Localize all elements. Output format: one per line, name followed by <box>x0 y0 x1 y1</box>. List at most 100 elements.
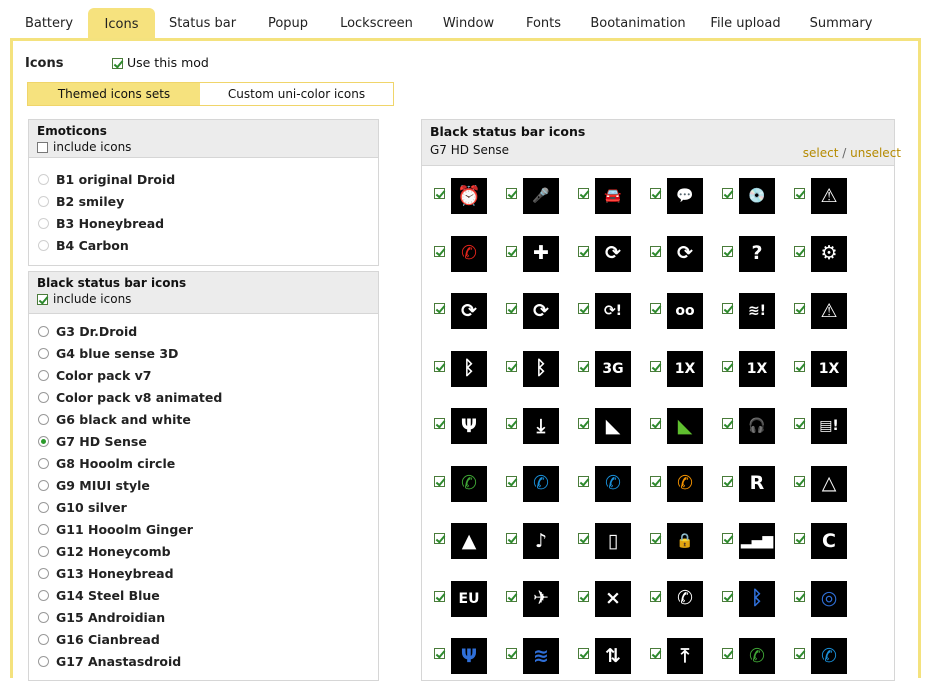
icon-checkbox[interactable] <box>794 590 805 602</box>
radio-button[interactable] <box>38 546 49 557</box>
icon-set-option-g15-androidian[interactable]: G15 Androidian <box>38 608 165 628</box>
tab-popup[interactable]: Popup <box>256 10 320 38</box>
radio-button[interactable] <box>38 568 49 579</box>
tab-window[interactable]: Window <box>432 10 505 38</box>
radio-button[interactable] <box>38 240 49 251</box>
icon-checkbox[interactable] <box>578 245 589 257</box>
icon-checkbox[interactable] <box>578 590 589 602</box>
icon-checkbox[interactable] <box>650 533 661 544</box>
icon-checkbox[interactable] <box>722 418 733 429</box>
icon-set-option-g14-steel-blue[interactable]: G14 Steel Blue <box>38 586 160 606</box>
emoticon-option-b3-honeybread[interactable]: B3 Honeybread <box>38 214 164 234</box>
radio-button[interactable] <box>38 196 49 207</box>
tab-file-upload[interactable]: File upload <box>703 10 788 38</box>
icon-checkbox[interactable] <box>434 418 445 429</box>
icon-checkbox[interactable] <box>434 188 445 199</box>
icon-checkbox[interactable] <box>650 648 661 659</box>
radio-button[interactable] <box>38 524 49 535</box>
tab-icons[interactable]: Icons <box>88 8 155 38</box>
radio-button[interactable] <box>38 218 49 229</box>
icon-set-option-g3-dr-droid[interactable]: G3 Dr.Droid <box>38 322 137 342</box>
icon-set-option-color-pack-v8-animated[interactable]: Color pack v8 animated <box>38 388 222 408</box>
icon-set-option-g9-miui-style[interactable]: G9 MIUI style <box>38 476 150 496</box>
radio-button[interactable] <box>38 458 49 469</box>
icon-checkbox[interactable] <box>434 590 445 602</box>
icon-checkbox[interactable] <box>794 533 805 544</box>
icon-set-option-g7-hd-sense[interactable]: G7 HD Sense <box>38 432 147 452</box>
icon-checkbox[interactable] <box>506 590 517 602</box>
select-link[interactable]: select <box>803 146 839 160</box>
radio-button[interactable] <box>38 392 49 403</box>
emoticons-include[interactable]: include icons <box>37 140 370 154</box>
icon-checkbox[interactable] <box>722 303 733 314</box>
radio-button[interactable] <box>38 326 49 337</box>
icon-checkbox[interactable] <box>794 475 805 487</box>
radio-button[interactable] <box>38 590 49 601</box>
icon-checkbox[interactable] <box>794 245 805 257</box>
radio-button[interactable] <box>38 480 49 491</box>
radio-button[interactable] <box>38 174 49 185</box>
tab-summary[interactable]: Summary <box>799 10 883 38</box>
emoticon-option-b2-smiley[interactable]: B2 smiley <box>38 192 124 212</box>
icon-checkbox[interactable] <box>506 303 517 314</box>
icon-checkbox[interactable] <box>650 303 661 314</box>
icon-checkbox[interactable] <box>722 533 733 544</box>
icon-checkbox[interactable] <box>650 188 661 199</box>
icon-checkbox[interactable] <box>650 360 661 372</box>
tab-battery[interactable]: Battery <box>10 10 88 38</box>
icon-set-option-g11-hooolm-ginger[interactable]: G11 Hooolm Ginger <box>38 520 193 540</box>
icon-checkbox[interactable] <box>578 648 589 659</box>
icon-checkbox[interactable] <box>578 475 589 487</box>
icon-checkbox[interactable] <box>650 475 661 487</box>
tab-fonts[interactable]: Fonts <box>515 10 572 38</box>
icon-checkbox[interactable] <box>722 245 733 257</box>
radio-button[interactable] <box>38 634 49 645</box>
icon-set-option-g12-honeycomb[interactable]: G12 Honeycomb <box>38 542 171 562</box>
radio-button[interactable] <box>38 656 49 667</box>
icon-set-option-g4-blue-sense-3d[interactable]: G4 blue sense 3D <box>38 344 178 364</box>
icon-set-option-g6-black-and-white[interactable]: G6 black and white <box>38 410 191 430</box>
icon-checkbox[interactable] <box>650 418 661 429</box>
icon-checkbox[interactable] <box>434 475 445 487</box>
radio-button[interactable] <box>38 348 49 359</box>
icon-checkbox[interactable] <box>722 360 733 372</box>
emoticon-option-b4-carbon[interactable]: B4 Carbon <box>38 236 129 256</box>
icon-checkbox[interactable] <box>650 590 661 602</box>
icon-set-option-g13-honeybread[interactable]: G13 Honeybread <box>38 564 174 584</box>
icon-checkbox[interactable] <box>578 533 589 544</box>
icon-checkbox[interactable] <box>434 245 445 257</box>
icon-checkbox[interactable] <box>722 590 733 602</box>
icon-checkbox[interactable] <box>578 418 589 429</box>
icon-checkbox[interactable] <box>506 475 517 487</box>
icon-checkbox[interactable] <box>506 648 517 659</box>
radio-button[interactable] <box>38 612 49 623</box>
icon-checkbox[interactable] <box>506 360 517 372</box>
icon-checkbox[interactable] <box>578 303 589 314</box>
radio-button[interactable] <box>38 436 49 447</box>
icon-checkbox[interactable] <box>794 360 805 372</box>
subtab-custom-icons[interactable]: Custom uni-color icons <box>200 83 393 105</box>
icon-checkbox[interactable] <box>506 533 517 544</box>
tab-lockscreen[interactable]: Lockscreen <box>330 10 423 38</box>
icon-checkbox[interactable] <box>722 475 733 487</box>
black-icons-include[interactable]: include icons <box>37 292 370 306</box>
icon-checkbox[interactable] <box>722 648 733 659</box>
icon-checkbox[interactable] <box>506 188 517 199</box>
icon-checkbox[interactable] <box>434 303 445 314</box>
icon-set-option-g8-hooolm-circle[interactable]: G8 Hooolm circle <box>38 454 175 474</box>
icon-checkbox[interactable] <box>650 245 661 257</box>
icon-set-option-g16-cianbread[interactable]: G16 Cianbread <box>38 630 160 650</box>
subtab-themed-icons[interactable]: Themed icons sets <box>28 83 200 105</box>
icon-set-option-color-pack-v7[interactable]: Color pack v7 <box>38 366 151 386</box>
icon-checkbox[interactable] <box>506 245 517 257</box>
emoticon-option-b1-original-droid[interactable]: B1 original Droid <box>38 170 175 190</box>
icon-checkbox[interactable] <box>506 418 517 429</box>
icon-checkbox[interactable] <box>578 360 589 372</box>
use-mod-checkbox[interactable]: Use this mod <box>112 55 209 70</box>
icon-checkbox[interactable] <box>434 533 445 544</box>
icon-checkbox[interactable] <box>794 188 805 199</box>
black-icons-include-checkbox[interactable] <box>37 294 48 305</box>
icon-checkbox[interactable] <box>794 303 805 314</box>
tab-status-bar[interactable]: Status bar <box>160 10 245 38</box>
icon-checkbox[interactable] <box>794 418 805 429</box>
